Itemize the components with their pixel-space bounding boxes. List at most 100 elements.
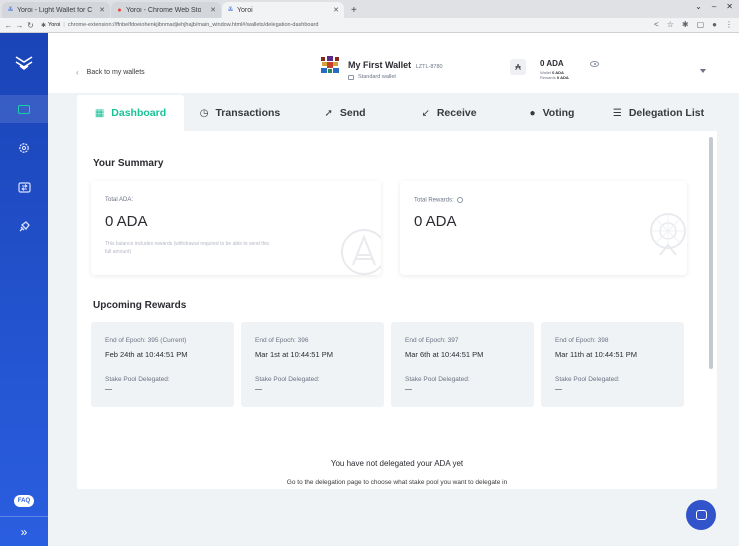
stake-pool-value: — [405,386,412,393]
reward-epoch-label: End of Epoch: 398 [555,337,609,344]
chevron-left-icon: ‹ [76,68,79,77]
eye-icon[interactable] [590,61,599,67]
sidebar-expand-button[interactable]: » [0,516,48,546]
yoroi-favicon-icon: ≚ [7,7,14,14]
extension-icon: ✱ [41,22,47,29]
gear-icon [19,143,29,153]
reward-epoch-date: Feb 24th at 10:44:51 PM [105,350,188,359]
close-tab-icon[interactable]: ✕ [95,6,105,14]
yoroi-favicon-icon: ≚ [227,7,234,14]
stake-pool-label: Stake Pool Delegated: [255,376,320,383]
back-to-wallets-link[interactable]: ‹ Back to my wallets [76,68,145,77]
reward-epoch-date: Mar 1st at 10:44:51 PM [255,350,333,359]
total-rewards-card: Total Rewards: 0 ADA [400,181,687,275]
more-menu-icon[interactable]: ⋮ [725,20,733,29]
rewards-watermark-icon [650,213,686,256]
tab-label: Transactions [215,107,281,119]
browser-tab-yoroi-light-wallet[interactable]: ≚ Yoroi - Light Wallet for C ✕ [2,2,110,18]
info-icon[interactable] [457,197,464,203]
wallet-type: Standard wallet [348,74,396,80]
balance-total: 0 ADA [540,59,564,68]
tab-transactions[interactable]: ◷ Transactions [184,95,296,131]
tab-label: Send [339,107,366,119]
sidebar-item-nfts[interactable] [0,213,48,241]
browser-tab-label: Yoroi - Chrome Web Sto [126,6,202,14]
chrome-web-store-icon: ● [117,6,122,14]
address-url: chrome-extension://ffnbelfdoeiohenkjibnm… [67,22,319,28]
back-arrow-icon[interactable]: ← [4,21,13,30]
tab-send[interactable]: ➚ Send [296,95,394,131]
close-tab-icon[interactable]: ✕ [329,6,339,14]
tab-label: Dashboard [111,107,167,119]
support-chat-button[interactable] [686,500,716,530]
send-icon: ➚ [324,107,333,119]
stake-pool-label: Stake Pool Delegated: [105,376,170,383]
sidebar-item-transfer[interactable] [0,173,48,201]
close-tab-icon[interactable]: ✕ [206,6,216,14]
transactions-icon: ◷ [199,107,209,119]
address-bar[interactable]: ✱ Yoroi | chrome-extension://ffnbelfdoei… [41,22,318,29]
wallet-dropdown-chevron-icon[interactable] [700,69,706,73]
chat-bubble-icon [695,510,707,520]
yoroi-logo-icon[interactable] [14,55,34,71]
share-icon[interactable]: < [654,20,659,29]
browser-tab-chrome-web-store[interactable]: ● Yoroi - Chrome Web Sto ✕ [111,2,221,18]
browser-tab-strip: ≚ Yoroi - Light Wallet for C ✕ ● Yoroi -… [0,0,739,18]
faq-button[interactable]: FAQ [14,495,34,507]
tab-label: Voting [542,107,575,119]
not-delegated-message: You have not delegated your ADA yet [330,459,464,468]
reward-epoch-label: End of Epoch: 395 (Current) [105,337,187,344]
wallet-avatar [320,55,340,75]
list-icon: ☰ [612,107,622,119]
bookmark-star-icon[interactable]: ☆ [667,20,674,29]
reward-epoch-date: Mar 11th at 10:44:51 PM [555,350,637,359]
tab-label: Delegation List [628,107,705,119]
total-ada-note: This balance includes rewards (withdrawa… [105,241,269,255]
profile-icon[interactable]: ● [712,20,717,29]
wallet-name: My First Wallet LZTL-8780 [348,60,443,70]
reward-epoch-card: End of Epoch: 398 Mar 11th at 10:44:51 P… [541,322,684,407]
wallet-type-icon [348,74,354,80]
chevron-down-icon[interactable]: ⌄ [695,2,702,11]
extensions-puzzle-icon[interactable]: ✱ [682,20,689,29]
transfer-icon [17,181,31,193]
stake-pool-value: — [555,386,562,393]
wallet-icon [18,104,30,114]
dashboard-icon: ▦ [94,107,105,119]
go-to-delegation-text: Go to the delegation page to choose what… [286,479,508,486]
sidebar-item-wallets[interactable] [0,95,48,123]
address-site-label: Yoroi [48,22,61,28]
tab-voting[interactable]: ● Voting [504,95,600,131]
ada-currency-icon: ₳ [510,59,526,75]
tab-receive[interactable]: ↙ Receive [394,95,504,131]
forward-arrow-icon[interactable]: → [15,21,24,30]
browser-tab-yoroi[interactable]: ≚ Yoroi ✕ [222,2,344,18]
reward-epoch-label: End of Epoch: 396 [255,337,309,344]
voting-icon: ● [529,107,536,119]
total-rewards-label: Total Rewards: [414,197,454,204]
reward-epoch-card: End of Epoch: 396 Mar 1st at 10:44:51 PM… [241,322,384,407]
sidebar-item-settings[interactable] [0,134,48,162]
scrollbar[interactable] [709,137,713,369]
tab-dashboard[interactable]: ▦ Dashboard [77,95,184,131]
wallet-name-text: My First Wallet [348,60,412,70]
total-ada-card: Total ADA: 0 ADA This balance includes r… [91,181,381,275]
side-panel-icon[interactable]: ▢ [697,20,705,29]
tab-delegation-list[interactable]: ☰ Delegation List [600,95,717,131]
wallet-type-label: Standard wallet [358,74,396,80]
window-controls: ⌄ – ✕ [695,2,733,11]
stake-pool-label: Stake Pool Delegated: [555,376,620,383]
stake-pool-value: — [105,386,112,393]
ada-watermark-icon [341,229,381,275]
minimize-icon[interactable]: – [712,2,716,11]
reload-icon[interactable]: ↻ [26,21,35,30]
new-tab-button[interactable]: + [345,2,363,18]
wallet-nav-tabs: ▦ Dashboard ◷ Transactions ➚ Send ↙ Rece… [77,95,717,131]
back-label: Back to my wallets [86,69,145,76]
reward-epoch-card: End of Epoch: 397 Mar 6th at 10:44:51 PM… [391,322,534,407]
reward-epoch-label: End of Epoch: 397 [405,337,459,344]
sidebar: FAQ » [0,33,48,546]
browser-actions: < ☆ ✱ ▢ ● ⋮ [654,20,733,29]
close-window-icon[interactable]: ✕ [726,2,733,11]
balance-rewards-value: 0 ADA [556,75,569,80]
